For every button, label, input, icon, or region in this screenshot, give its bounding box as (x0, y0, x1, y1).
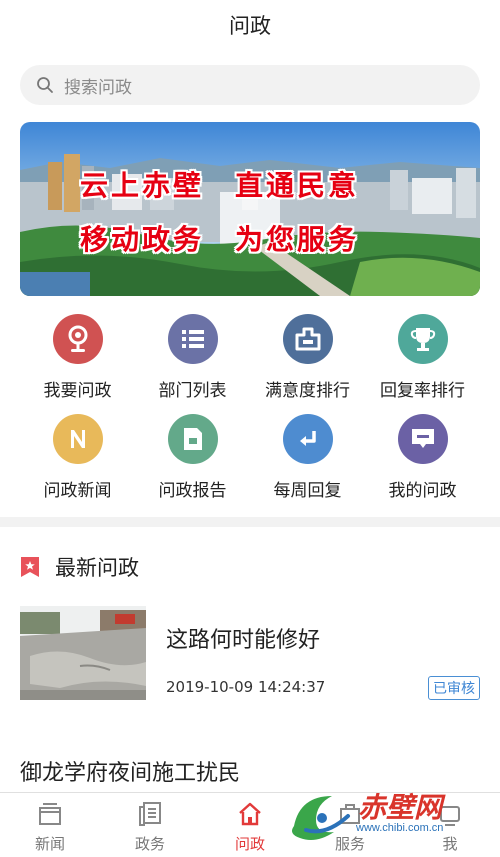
tab-label: 政务 (134, 835, 165, 853)
grid-item-weekly-reply[interactable]: 每周回复 (250, 414, 365, 514)
news-title: 这路何时能修好 (166, 628, 321, 653)
title-bar: 问政 (0, 0, 500, 50)
grid-item-my-questions[interactable]: 我的问政 (365, 414, 480, 514)
search-input[interactable]: 搜索问政 (20, 65, 480, 105)
news-icon (39, 803, 61, 825)
tab-wenzheng[interactable]: 问政 (200, 793, 300, 857)
grid-item-news[interactable]: 问政新闻 (20, 414, 135, 514)
home-icon (239, 802, 261, 826)
section-header: 最新问政 (20, 552, 139, 582)
site-watermark-logo: 赤壁网 www.chibi.com.cn (286, 786, 486, 846)
news-thumbnail (20, 606, 146, 700)
grid-item-departments[interactable]: 部门列表 (135, 314, 250, 414)
search-placeholder: 搜索问政 (64, 77, 132, 98)
grid-item-reply-ranking[interactable]: 回复率排行 (365, 314, 480, 414)
grid-item-label: 部门列表 (158, 381, 227, 401)
reply-icon (282, 414, 333, 464)
promo-banner[interactable]: 云上赤壁 直通民意 移动政务 为您服务 (20, 122, 480, 296)
watermark-url: www.chibi.com.cn (356, 822, 444, 834)
ranking-icon (282, 314, 333, 364)
list-item[interactable]: 这路何时能修好 2019-10-09 14:24:37 已审核 (20, 606, 480, 700)
tab-government[interactable]: 政务 (100, 793, 200, 857)
banner-slogan-line-1: 云上赤壁 直通民意 (80, 169, 360, 202)
section-divider (0, 517, 500, 527)
trophy-icon (397, 314, 448, 364)
grid-item-label: 问政新闻 (43, 481, 112, 501)
list-item[interactable]: 御龙学府夜间施工扰民 (20, 755, 240, 787)
microphone-icon (52, 314, 103, 364)
watermark-swoosh-icon (292, 796, 350, 840)
watermark-text: 赤壁网 (358, 791, 443, 824)
tab-news[interactable]: 新闻 (0, 793, 100, 857)
grid-item-label: 回复率排行 (380, 381, 465, 401)
report-icon (167, 414, 218, 464)
grid-item-label: 我要问政 (43, 381, 112, 401)
grid-item-label: 我的问政 (388, 481, 457, 501)
news-timestamp: 2019-10-09 14:24:37 (166, 678, 326, 696)
banner-slogan-line-2: 移动政务 为您服务 (80, 223, 360, 256)
bookmark-star-icon (21, 557, 39, 577)
function-grid: 我要问政 部门列表 满意度排行 回复率排行 问政新闻 问政报告 每周回复 我的问… (20, 314, 480, 514)
grid-item-ask[interactable]: 我要问政 (20, 314, 135, 414)
message-icon (397, 414, 448, 464)
grid-item-report[interactable]: 问政报告 (135, 414, 250, 514)
page-title: 问政 (229, 14, 271, 38)
grid-item-label: 满意度排行 (265, 381, 350, 401)
tab-label: 问政 (234, 835, 265, 853)
grid-item-label: 每周回复 (273, 481, 342, 501)
grid-item-label: 问政报告 (158, 481, 227, 501)
news-n-icon (52, 414, 103, 464)
section-title: 最新问政 (55, 556, 139, 580)
status-badge: 已审核 (428, 676, 480, 700)
tab-label: 新闻 (34, 835, 65, 853)
list-icon (167, 314, 218, 364)
banner-city-image (20, 122, 480, 296)
government-icon (139, 802, 161, 826)
news-title: 御龙学府夜间施工扰民 (20, 761, 241, 786)
grid-item-satisfaction-ranking[interactable]: 满意度排行 (250, 314, 365, 414)
search-wrapper: 搜索问政 (0, 50, 500, 105)
search-icon (34, 74, 56, 96)
